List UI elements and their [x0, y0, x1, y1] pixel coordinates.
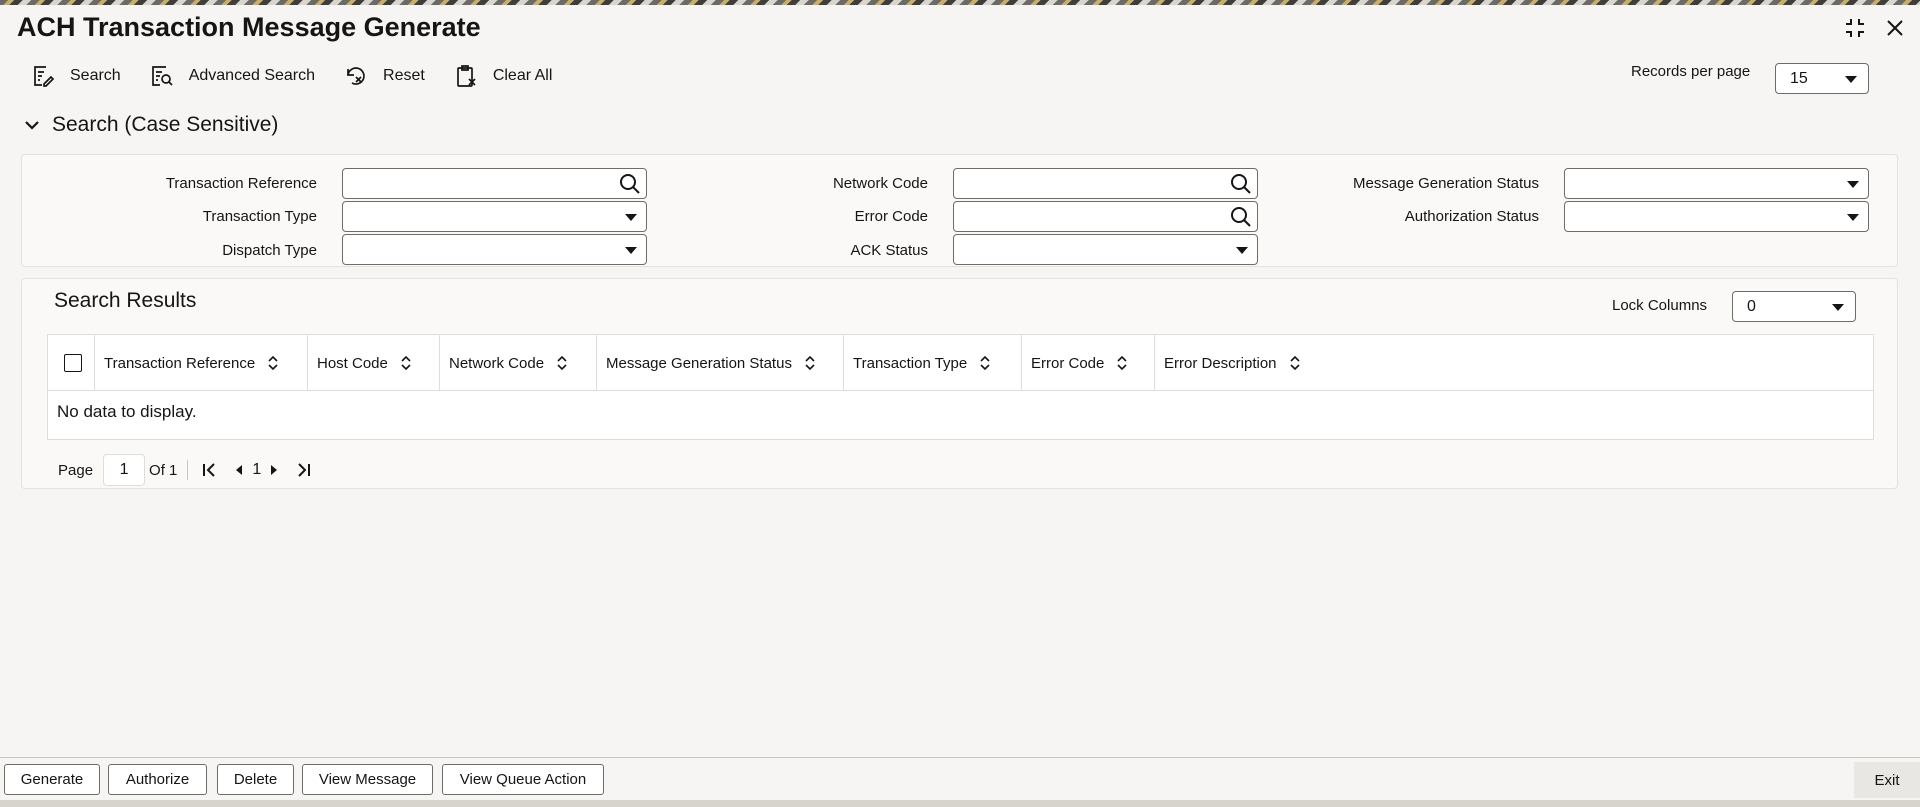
transaction-reference-input[interactable]	[342, 168, 647, 199]
dispatch-type-label: Dispatch Type	[222, 242, 317, 259]
transaction-type-select[interactable]	[342, 201, 647, 232]
column-header-label: Host Code	[317, 354, 388, 372]
chevron-down-icon	[1847, 214, 1859, 221]
select-all-header	[48, 335, 95, 391]
clear-all-icon	[453, 63, 479, 89]
transaction-type-label: Transaction Type	[202, 208, 317, 225]
sort-icon	[557, 355, 567, 371]
search-icon[interactable]	[1229, 172, 1253, 196]
advanced-search-icon	[149, 63, 175, 89]
network-code-input[interactable]	[953, 168, 1258, 199]
chevron-down-icon	[1832, 304, 1844, 311]
lock-columns-label: Lock Columns	[1612, 297, 1708, 314]
page-label: Page	[58, 461, 94, 479]
chevron-down-icon	[625, 214, 637, 221]
ack-status-label: ACK Status	[850, 242, 928, 259]
network-code-label: Network Code	[832, 175, 928, 192]
exit-button[interactable]: Exit	[1854, 762, 1920, 798]
search-button[interactable]: Search	[30, 60, 121, 92]
search-section-toggle[interactable]: Search (Case Sensitive)	[22, 113, 278, 137]
column-header-transaction-reference[interactable]: Transaction Reference	[95, 335, 308, 391]
search-button-label: Search	[70, 67, 121, 84]
next-page-icon[interactable]	[263, 459, 285, 481]
clear-all-button[interactable]: Clear All	[453, 60, 553, 92]
window-controls	[1842, 15, 1908, 41]
records-per-page-select[interactable]: 15	[1775, 63, 1869, 94]
authorization-status-select[interactable]	[1564, 201, 1869, 232]
clear-all-button-label: Clear All	[492, 67, 553, 84]
chevron-down-icon	[625, 247, 637, 254]
lock-columns-select[interactable]: 0	[1732, 291, 1856, 322]
column-header-error-code[interactable]: Error Code	[1022, 335, 1155, 391]
sort-icon	[980, 355, 990, 371]
column-header-host-code[interactable]: Host Code	[308, 335, 440, 391]
last-page-icon[interactable]	[293, 459, 315, 481]
search-results-title: Search Results	[54, 289, 197, 312]
search-icon[interactable]	[1229, 205, 1253, 229]
empty-table-message: No data to display.	[57, 402, 197, 421]
error-code-label: Error Code	[854, 208, 928, 225]
authorize-button[interactable]: Authorize	[108, 764, 207, 795]
pagination: Page 1 Of 1 1	[58, 453, 315, 487]
sort-icon	[1117, 355, 1127, 371]
column-header-label: Message Generation Status	[606, 354, 792, 372]
advanced-search-button-label: Advanced Search	[188, 67, 316, 84]
records-per-page-value: 15	[1790, 70, 1808, 87]
column-header-network-code[interactable]: Network Code	[440, 335, 597, 391]
chevron-down-icon	[1845, 76, 1857, 83]
bottom-border	[0, 800, 1920, 807]
transaction-reference-label: Transaction Reference	[165, 175, 317, 192]
delete-button[interactable]: Delete	[217, 764, 294, 795]
lock-columns-value: 0	[1747, 298, 1756, 315]
chevron-down-icon	[1847, 181, 1859, 188]
authorization-status-label: Authorization Status	[1404, 208, 1539, 225]
advanced-search-button[interactable]: Advanced Search	[149, 60, 315, 92]
message-generation-status-label: Message Generation Status	[1353, 175, 1539, 192]
reset-button-label: Reset	[383, 67, 425, 84]
current-page-number: 1	[252, 461, 262, 478]
column-header-label: Transaction Type	[853, 354, 968, 372]
pager-divider	[187, 460, 189, 480]
column-header-label: Network Code	[449, 354, 545, 372]
page-title: ACH Transaction Message Generate	[17, 12, 481, 42]
page-number-input[interactable]: 1	[103, 454, 146, 486]
dispatch-type-select[interactable]	[342, 234, 647, 265]
view-queue-action-button[interactable]: View Queue Action	[442, 764, 604, 795]
first-page-icon[interactable]	[198, 459, 220, 481]
close-icon[interactable]	[1882, 15, 1908, 41]
reset-button[interactable]: Reset	[343, 60, 425, 92]
records-per-page-label: Records per page	[1631, 63, 1751, 80]
ack-status-select[interactable]	[953, 234, 1258, 265]
select-all-checkbox[interactable]	[64, 354, 82, 372]
chevron-down-icon	[25, 121, 39, 130]
previous-page-icon[interactable]	[228, 459, 250, 481]
table-header-row: Transaction Reference Host Code Network …	[48, 335, 1873, 391]
column-header-transaction-type[interactable]: Transaction Type	[844, 335, 1022, 391]
title-bar: ACH Transaction Message Generate	[0, 5, 1920, 49]
reset-icon	[343, 63, 369, 89]
chevron-down-icon	[1236, 247, 1248, 254]
column-header-label: Error Code	[1031, 354, 1105, 372]
page-count-label: Of 1	[149, 461, 178, 479]
column-header-message-generation-status[interactable]: Message Generation Status	[597, 335, 844, 391]
column-header-error-description[interactable]: Error Description	[1155, 335, 1355, 391]
results-table: Transaction Reference Host Code Network …	[47, 334, 1874, 440]
column-header-label: Transaction Reference	[104, 354, 256, 372]
generate-button[interactable]: Generate	[4, 764, 100, 795]
error-code-input[interactable]	[953, 201, 1258, 232]
message-generation-status-select[interactable]	[1564, 168, 1869, 199]
sort-icon	[1289, 355, 1300, 371]
view-message-button[interactable]: View Message	[302, 764, 433, 795]
sort-icon	[268, 355, 278, 371]
search-icon[interactable]	[618, 172, 642, 196]
search-form-icon	[30, 63, 56, 89]
search-section-title: Search (Case Sensitive)	[52, 113, 279, 136]
toolbar: Search Advanced Search Reset Clear All	[30, 60, 580, 92]
sort-icon	[805, 355, 815, 371]
column-header-label: Error Description	[1164, 354, 1277, 372]
minimize-icon[interactable]	[1842, 15, 1868, 41]
sort-icon	[401, 355, 411, 371]
